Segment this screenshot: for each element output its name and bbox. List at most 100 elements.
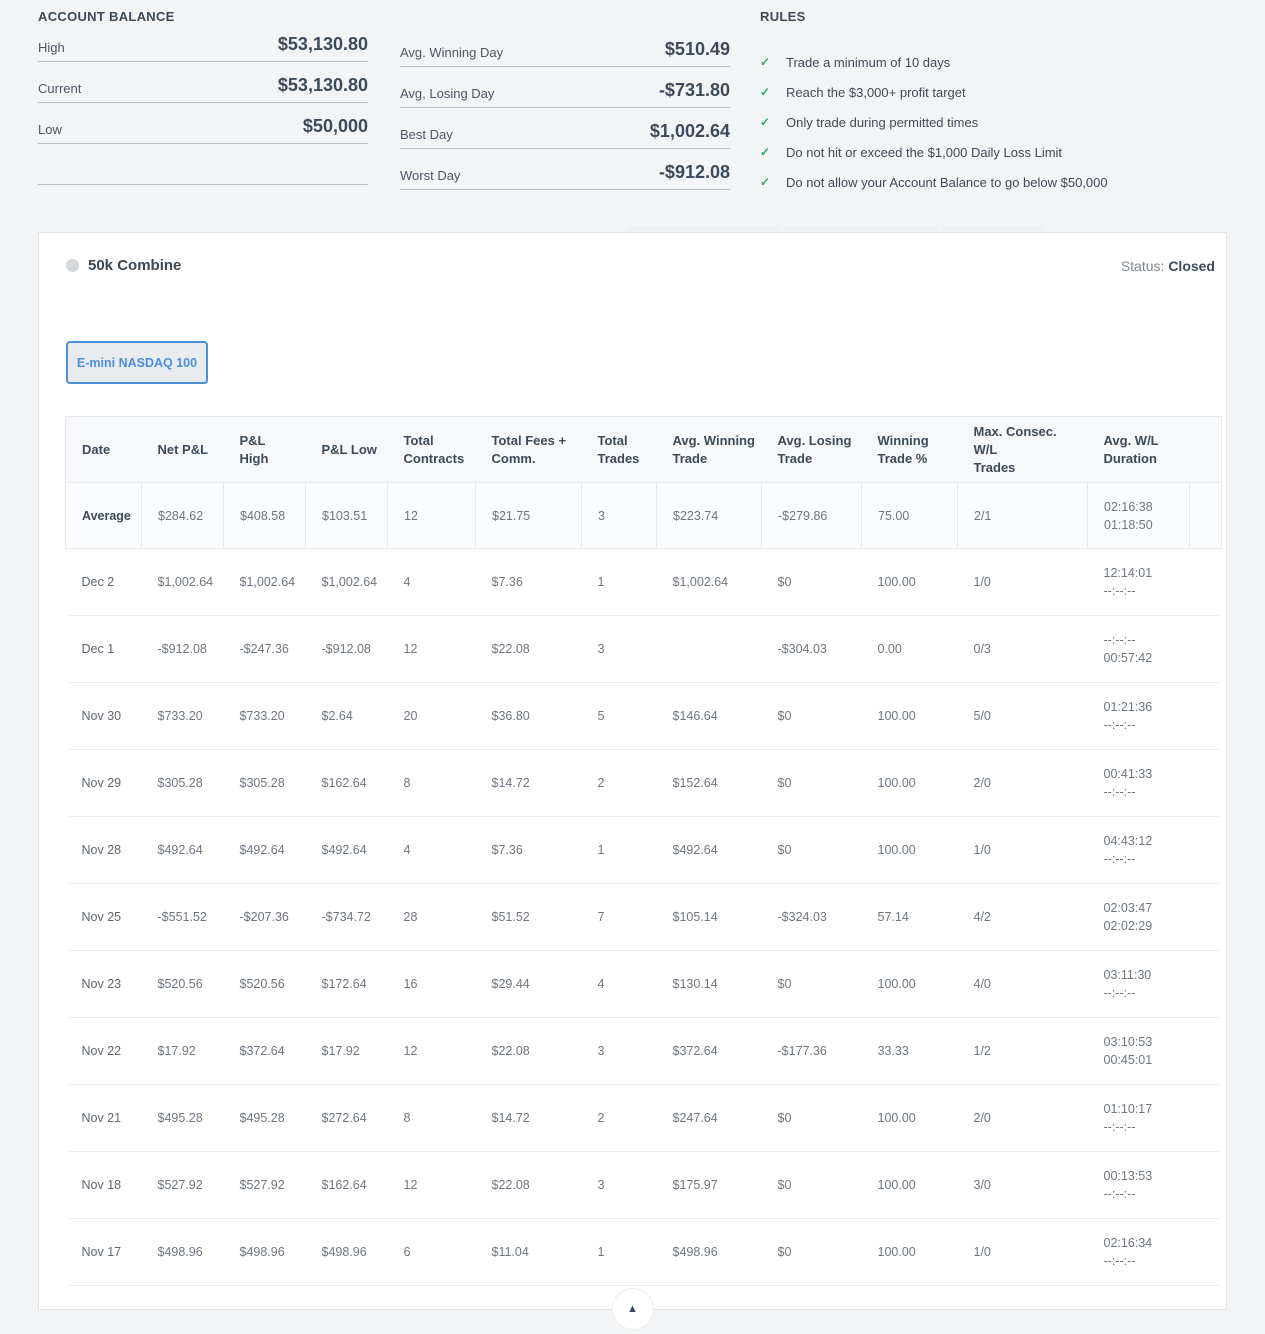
cell-win_pct: 100.00	[862, 951, 958, 1018]
column-header: Avg. W/L Duration	[1088, 417, 1190, 483]
cell-spacer	[1190, 817, 1222, 884]
cell-pnl_low: -$912.08	[306, 616, 388, 683]
stat-label: Best Day	[400, 127, 453, 142]
column-header: Date	[66, 417, 142, 483]
card-title: 50k Combine	[88, 257, 181, 274]
cell-avg_lose: $0	[762, 951, 862, 1018]
cell-spacer	[1190, 1018, 1222, 1085]
cell-consec: 0/3	[958, 616, 1088, 683]
rule-text: Trade a minimum of 10 days	[786, 55, 950, 70]
cell-spacer	[1190, 1152, 1222, 1219]
cell-date: Nov 22	[66, 1018, 142, 1085]
table-row: Nov 18$527.92$527.92$162.6412$22.083$175…	[66, 1152, 1222, 1219]
stat-value: $50,000	[303, 116, 368, 137]
rules-list: ✓ Trade a minimum of 10 days ✓ Reach the…	[760, 53, 1230, 203]
cell-win_pct: 100.00	[862, 549, 958, 616]
stat-row: Best Day $1,002.64	[400, 108, 730, 149]
cell-avg_win: $152.64	[657, 750, 762, 817]
cell-trades: 4	[582, 951, 657, 1018]
stat-value: -$912.08	[659, 162, 730, 183]
column-header: Total Trades	[582, 417, 657, 483]
cell-trades: 3	[582, 616, 657, 683]
rule-text: Reach the $3,000+ profit target	[786, 85, 966, 100]
rule-text: Do not allow your Account Balance to go …	[786, 175, 1108, 190]
cell-spacer	[1190, 750, 1222, 817]
stat-row: Avg. Winning Day $510.49	[400, 26, 730, 67]
stat-label: Worst Day	[400, 168, 460, 183]
cell-date: Nov 21	[66, 1085, 142, 1152]
cell-date: Nov 29	[66, 750, 142, 817]
cell-pnl_high: $498.96	[224, 1219, 306, 1286]
cell-pnl_low: $2.64	[306, 683, 388, 750]
cell-fees: $29.44	[476, 951, 582, 1018]
cell-spacer	[1190, 483, 1222, 549]
column-header: Total Contracts	[388, 417, 476, 483]
cell-spacer	[1190, 616, 1222, 683]
cell-pnl_low: $492.64	[306, 817, 388, 884]
rule-item: ✓ Do not allow your Account Balance to g…	[760, 173, 1230, 191]
cell-pnl_low: $103.51	[306, 483, 388, 549]
table-row: Nov 25-$551.52-$207.36-$734.7228$51.527$…	[66, 884, 1222, 951]
stat-row: Current $53,130.80	[38, 62, 368, 103]
table-body: Average$284.62$408.58$103.5112$21.753$22…	[66, 483, 1222, 1286]
cell-pnl_high: -$247.36	[224, 616, 306, 683]
cell-trades: 3	[582, 483, 657, 549]
cell-trades: 3	[582, 1018, 657, 1085]
cell-win_pct: 100.00	[862, 750, 958, 817]
cell-trades: 1	[582, 1219, 657, 1286]
cell-duration: 00:13:53--:--:--	[1088, 1152, 1190, 1219]
stat-value: $510.49	[665, 39, 730, 60]
stat-row: Avg, Losing Day -$731.80	[400, 67, 730, 108]
scroll-to-top-button[interactable]: ▲	[612, 1288, 654, 1330]
balance-rows: High $53,130.80 Current $53,130.80 Low $…	[38, 21, 368, 185]
cell-pnl_high: $520.56	[224, 951, 306, 1018]
cell-avg_lose: $0	[762, 1085, 862, 1152]
cell-date: Nov 28	[66, 817, 142, 884]
table-row: Dec 2$1,002.64$1,002.64$1,002.644$7.361$…	[66, 549, 1222, 616]
cell-win_pct: 100.00	[862, 1152, 958, 1219]
cell-trades: 7	[582, 884, 657, 951]
cell-avg_win	[657, 616, 762, 683]
caret-up-icon: ▲	[627, 1304, 638, 1315]
page: ACCOUNT BALANCE High $53,130.80 Current …	[0, 0, 1265, 1334]
cell-avg_win: $105.14	[657, 884, 762, 951]
cell-date: Nov 18	[66, 1152, 142, 1219]
table-row: Nov 21$495.28$495.28$272.648$14.722$247.…	[66, 1085, 1222, 1152]
cell-spacer	[1190, 1219, 1222, 1286]
cell-fees: $22.08	[476, 1018, 582, 1085]
tab-emini-nasdaq-100[interactable]: E-mini NASDAQ 100	[66, 341, 208, 384]
cell-win_pct: 100.00	[862, 1219, 958, 1286]
cell-net_pnl: -$551.52	[142, 884, 224, 951]
cell-duration: 00:41:33--:--:--	[1088, 750, 1190, 817]
cell-fees: $22.08	[476, 616, 582, 683]
table-header-row: DateNet P&LP&L HighP&L LowTotal Contract…	[66, 417, 1222, 483]
cell-avg_lose: $0	[762, 683, 862, 750]
cell-duration: --:--:--00:57:42	[1088, 616, 1190, 683]
cell-contracts: 6	[388, 1219, 476, 1286]
cell-net_pnl: $498.96	[142, 1219, 224, 1286]
check-icon: ✓	[760, 115, 774, 129]
cell-avg_lose: $0	[762, 1219, 862, 1286]
cell-spacer	[1190, 683, 1222, 750]
cell-consec: 2/0	[958, 750, 1088, 817]
cell-pnl_low: $17.92	[306, 1018, 388, 1085]
cell-win_pct: 100.00	[862, 1085, 958, 1152]
column-header: Net P&L	[142, 417, 224, 483]
cell-avg_lose: -$279.86	[762, 483, 862, 549]
table-row: Nov 29$305.28$305.28$162.648$14.722$152.…	[66, 750, 1222, 817]
cell-pnl_low: $498.96	[306, 1219, 388, 1286]
cell-pnl_high: $408.58	[224, 483, 306, 549]
status-badge: Closed	[1168, 258, 1215, 274]
column-header: Avg. Winning Trade	[657, 417, 762, 483]
cell-net_pnl: $305.28	[142, 750, 224, 817]
cell-fees: $36.80	[476, 683, 582, 750]
cell-fees: $14.72	[476, 750, 582, 817]
cell-fees: $11.04	[476, 1219, 582, 1286]
cell-consec: 1/0	[958, 1219, 1088, 1286]
cell-net_pnl: $527.92	[142, 1152, 224, 1219]
cell-avg_lose: $0	[762, 549, 862, 616]
cell-consec: 1/2	[958, 1018, 1088, 1085]
table-row: Nov 28$492.64$492.64$492.644$7.361$492.6…	[66, 817, 1222, 884]
cell-date: Dec 1	[66, 616, 142, 683]
cell-trades: 2	[582, 750, 657, 817]
